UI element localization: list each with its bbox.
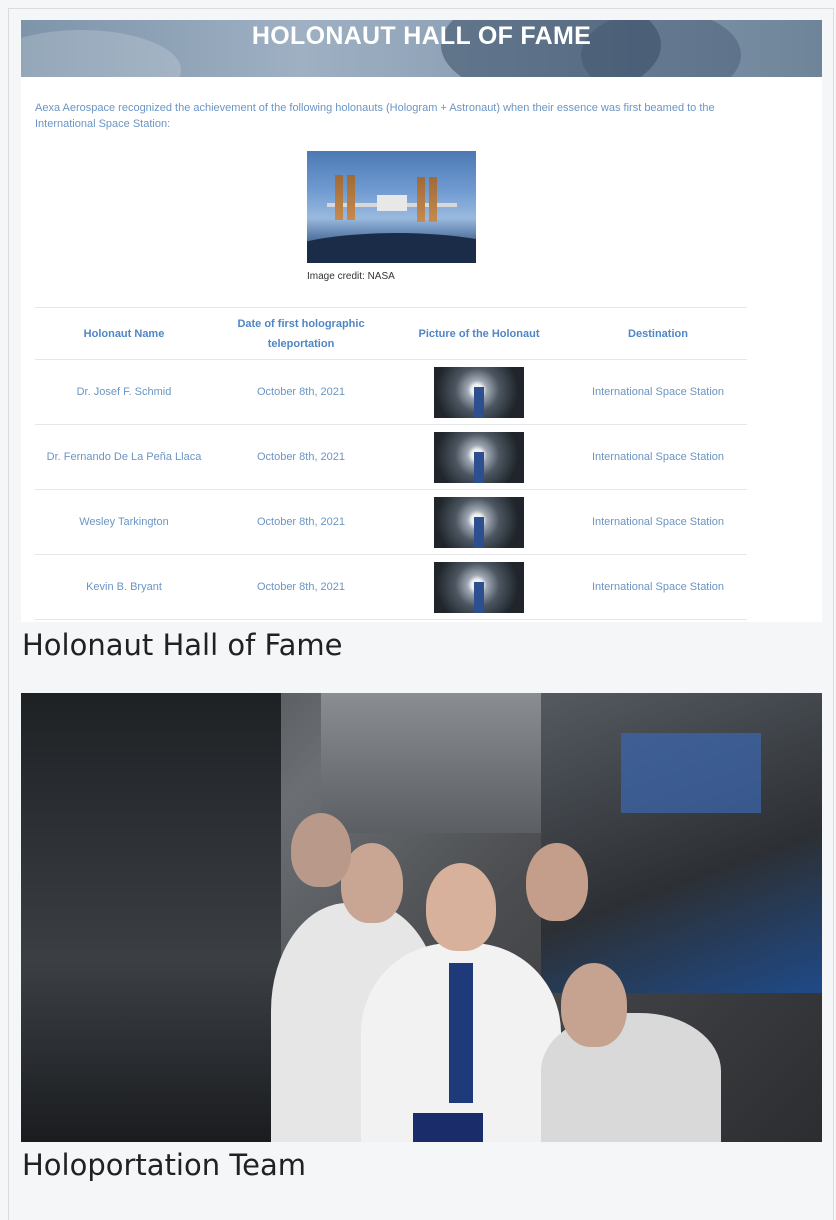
holonaut-name: Wesley Tarkington xyxy=(35,489,213,555)
holonaut-name: Dr. Fernando De La Peña Llaca xyxy=(35,424,213,490)
holoportation-team-photo[interactable] xyxy=(21,693,822,1142)
table-row: Wesley Tarkington October 8th, 2021 Inte… xyxy=(35,489,747,555)
table-row: Kevin B. Bryant October 8th, 2021 Intern… xyxy=(35,554,747,620)
column-header: Picture of the Holonaut xyxy=(389,307,569,360)
holonaut-thumbnail xyxy=(434,561,524,613)
destination: International Space Station xyxy=(569,424,747,490)
column-header: Holonaut Name xyxy=(35,307,213,360)
caption-holoportation-team: Holoportation Team xyxy=(22,1148,306,1182)
holonaut-thumbnail xyxy=(434,496,524,548)
column-header: Date of first holographic teleportation xyxy=(213,307,389,360)
holonaut-name: Kevin B. Bryant xyxy=(35,554,213,620)
teleport-date: October 8th, 2021 xyxy=(213,424,389,490)
caption-hall-of-fame: Holonaut Hall of Fame xyxy=(22,628,343,662)
teleport-date: October 8th, 2021 xyxy=(213,554,389,620)
holonaut-thumbnail xyxy=(434,366,524,418)
teleport-date: October 8th, 2021 xyxy=(213,489,389,555)
iss-photo xyxy=(307,151,476,263)
intro-text: Aexa Aerospace recognized the achievemen… xyxy=(35,102,715,130)
banner: HOLONAUT HALL OF FAME xyxy=(21,20,822,77)
hall-of-fame-image[interactable]: HOLONAUT HALL OF FAME Aexa Aerospace rec… xyxy=(21,20,822,622)
teleport-date: October 8th, 2021 xyxy=(213,359,389,425)
table-row: Dr. Josef F. Schmid October 8th, 2021 In… xyxy=(35,359,747,425)
holonaut-thumbnail xyxy=(434,431,524,483)
banner-title: HOLONAUT HALL OF FAME xyxy=(251,22,592,50)
destination: International Space Station xyxy=(569,489,747,555)
table-header-row: Holonaut Name Date of first holographic … xyxy=(35,307,747,360)
image-credit: Image credit: NASA xyxy=(307,271,395,282)
destination: International Space Station xyxy=(569,554,747,620)
destination: International Space Station xyxy=(569,359,747,425)
holonaut-name: Dr. Josef F. Schmid xyxy=(35,359,213,425)
holonaut-table: Holonaut Name Date of first holographic … xyxy=(35,307,747,620)
column-header: Destination xyxy=(569,307,747,360)
table-row: Dr. Fernando De La Peña Llaca October 8t… xyxy=(35,424,747,490)
